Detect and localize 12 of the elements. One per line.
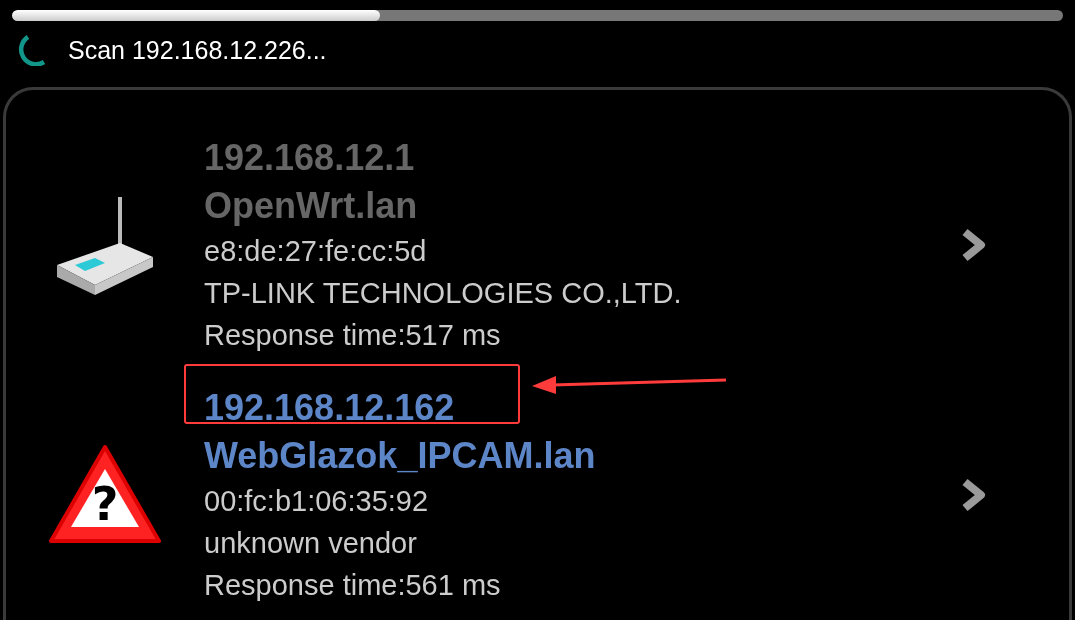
- device-hostname: OpenWrt.lan: [204, 184, 418, 228]
- device-ip: 192.168.12.1: [204, 136, 415, 180]
- device-vendor: TP-LINK TECHNOLOGIES CO.,LTD.: [204, 276, 682, 311]
- response-time: Response time:561 ms: [204, 568, 501, 603]
- scan-status: Scan 192.168.12.226...: [68, 35, 327, 65]
- router-icon: [55, 195, 155, 295]
- device-hostname: WebGlazok_IPCAM.lan: [204, 434, 596, 478]
- mac-address: e8:de:27:fe:cc:5d: [204, 234, 427, 269]
- response-time: Response time:517 ms: [204, 318, 501, 353]
- device-vendor: unknown vendor: [204, 526, 417, 561]
- mac-address: 00:fc:b1:06:35:92: [204, 484, 429, 519]
- device-ip: 192.168.12.162: [204, 386, 455, 430]
